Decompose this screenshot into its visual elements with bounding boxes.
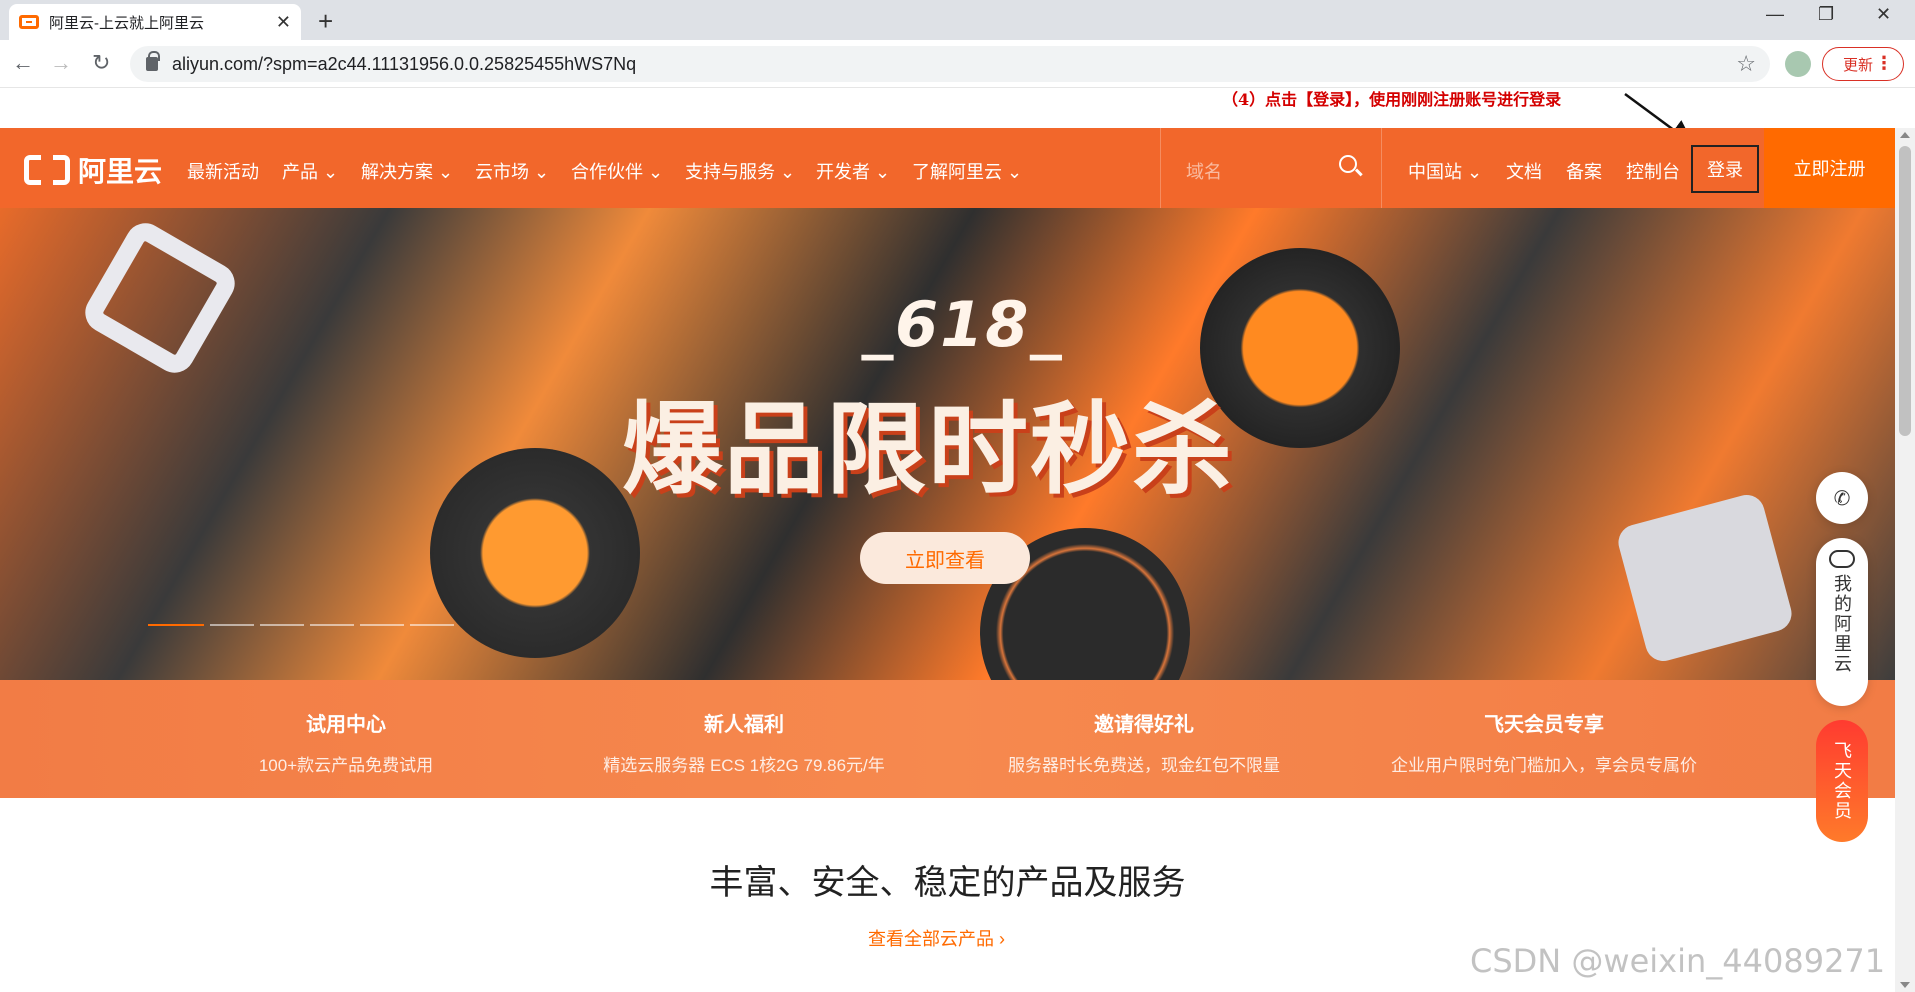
- csdn-watermark: CSDN @weixin_44089271: [1470, 942, 1886, 980]
- carousel-dot[interactable]: [410, 624, 454, 626]
- hero-banner[interactable]: _618_ 爆品限时秒杀 立即查看: [0, 208, 1895, 680]
- banner-deco-box: [1614, 490, 1796, 666]
- benefit-desc: 100+款云产品免费试用: [258, 756, 434, 775]
- banner-title: 爆品限时秒杀: [622, 391, 1234, 508]
- benefit-vip[interactable]: 飞天会员专享 企业用户限时免门槛加入，享会员专属价: [1334, 708, 1754, 776]
- aliyun-logo[interactable]: 阿里云: [24, 150, 162, 190]
- my-aliyun-button[interactable]: 我的阿里云: [1816, 538, 1868, 706]
- benefit-newcomer[interactable]: 新人福利 精选云服务器 ECS 1核2G 79.86元/年: [534, 708, 954, 776]
- nav-item-solutions[interactable]: 解决方案 ⌄: [361, 158, 453, 184]
- benefits-strip: 试用中心 100+款云产品免费试用 新人福利 精选云服务器 ECS 1核2G 7…: [0, 680, 1895, 798]
- phone-consult-button[interactable]: ✆: [1816, 472, 1868, 524]
- scroll-up-icon[interactable]: [1900, 132, 1910, 138]
- login-button[interactable]: 登录: [1691, 145, 1759, 193]
- nav-item-china-site[interactable]: 中国站 ⌄: [1408, 158, 1482, 184]
- scroll-down-icon[interactable]: [1900, 982, 1910, 988]
- nav-item-latest[interactable]: 最新活动: [187, 158, 259, 184]
- view-all-products-link[interactable]: 查看全部云产品 ›: [868, 925, 1005, 951]
- carousel-dot[interactable]: [310, 624, 354, 626]
- domain-search[interactable]: 域名: [1160, 128, 1382, 208]
- carousel-dot[interactable]: [260, 624, 304, 626]
- nav-item-partners[interactable]: 合作伙伴 ⌄: [571, 158, 663, 184]
- cloud-icon: [1829, 550, 1855, 568]
- nav-item-marketplace[interactable]: 云市场 ⌄: [475, 158, 549, 184]
- register-button[interactable]: 立即注册: [1764, 128, 1895, 208]
- aliyun-logo-icon: [24, 154, 70, 186]
- carousel-dot[interactable]: [360, 624, 404, 626]
- benefit-title: 新人福利: [704, 714, 784, 736]
- benefit-desc: 精选云服务器 ECS 1核2G 79.86元/年: [603, 756, 885, 775]
- search-icon[interactable]: [1339, 155, 1357, 173]
- benefit-title: 邀请得好礼: [1094, 714, 1194, 736]
- phone-icon: ✆: [1833, 487, 1851, 510]
- nav-item-docs[interactable]: 文档: [1506, 158, 1542, 184]
- nav-item-support[interactable]: 支持与服务 ⌄: [685, 158, 795, 184]
- search-placeholder: 域名: [1186, 162, 1222, 182]
- nav-item-developers[interactable]: 开发者 ⌄: [816, 158, 890, 184]
- nav-item-products[interactable]: 产品 ⌄: [282, 158, 338, 184]
- banner-subtitle: _618_: [862, 288, 1064, 361]
- carousel-dot[interactable]: [148, 624, 204, 626]
- benefit-trial[interactable]: 试用中心 100+款云产品免费试用: [136, 708, 556, 776]
- benefit-desc: 服务器时长免费送，现金红包不限量: [1008, 756, 1280, 775]
- section-title: 丰富、安全、稳定的产品及服务: [709, 864, 1186, 902]
- page-scrollbar[interactable]: [1895, 128, 1915, 992]
- benefit-invite[interactable]: 邀请得好礼 服务器时长免费送，现金红包不限量: [934, 708, 1354, 776]
- banner-deco-disc-left: [430, 448, 640, 658]
- vip-label: 飞天会员: [1832, 741, 1852, 821]
- benefit-title: 飞天会员专享: [1484, 714, 1604, 736]
- nav-item-icp[interactable]: 备案: [1566, 158, 1602, 184]
- my-aliyun-label: 我的阿里云: [1832, 574, 1852, 674]
- benefit-title: 试用中心: [306, 714, 386, 736]
- carousel-dot[interactable]: [210, 624, 254, 626]
- benefit-desc: 企业用户限时免门槛加入，享会员专属价: [1391, 756, 1697, 775]
- banner-deco-ring: [78, 216, 242, 380]
- carousel-indicators: [148, 624, 454, 626]
- site-header: 阿里云 最新活动 产品 ⌄ 解决方案 ⌄ 云市场 ⌄ 合作伙伴 ⌄ 支持与服务 …: [0, 128, 1895, 208]
- scrollbar-thumb[interactable]: [1899, 146, 1911, 436]
- vip-member-button[interactable]: 飞天会员: [1816, 720, 1868, 842]
- view-now-button[interactable]: 立即查看: [860, 532, 1030, 584]
- nav-item-console[interactable]: 控制台: [1626, 158, 1680, 184]
- logo-text: 阿里云: [78, 156, 163, 187]
- nav-item-about[interactable]: 了解阿里云 ⌄: [912, 158, 1022, 184]
